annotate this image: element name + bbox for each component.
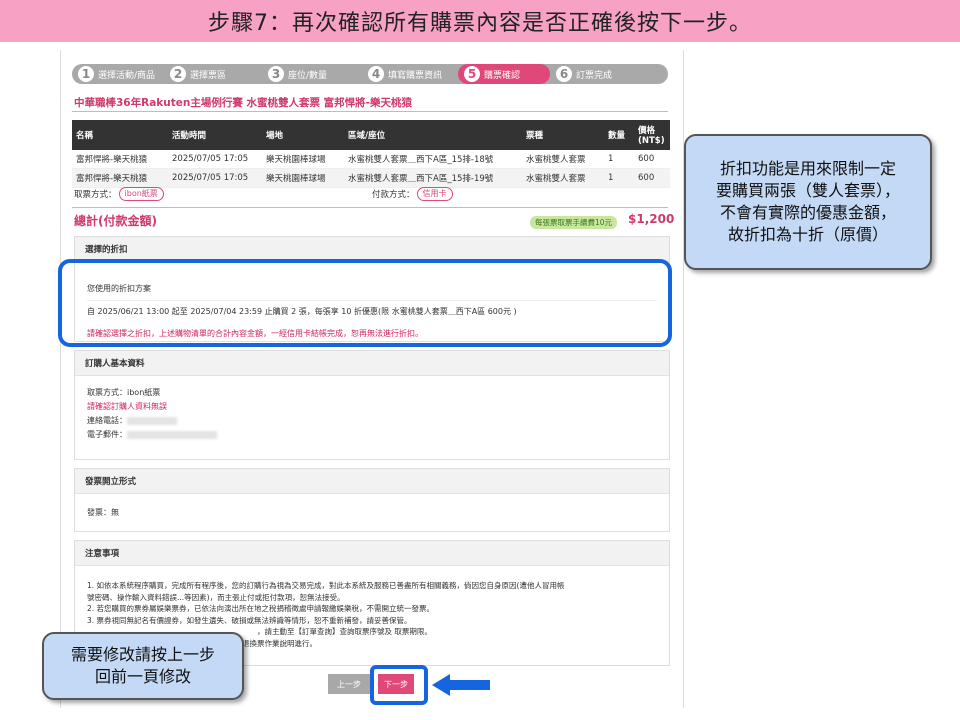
section-body: 取票方式：ibon紙票 請確認訂購人資料無誤 連絡電話： 電子郵件： xyxy=(75,376,669,450)
step-number: 3 xyxy=(268,66,284,82)
cell-time: 2025/07/05 17:05 xyxy=(168,168,262,188)
payment-method: 付款方式： 信用卡 xyxy=(372,187,453,201)
highlight-frame-next xyxy=(370,665,428,705)
step-3: 3 座位/數量 xyxy=(262,64,362,84)
redacted-email xyxy=(127,430,217,439)
email-label: 電子郵件： xyxy=(87,430,127,439)
callout-discount-explain: 折扣功能是用來限制一定 要購買兩張（雙人套票）， 不會有實際的優惠金額， 故折扣… xyxy=(684,134,932,270)
section-header: 訂購人基本資料 xyxy=(75,351,669,376)
step-number: 6 xyxy=(556,66,572,82)
cell-qty: 1 xyxy=(604,150,634,169)
step-label: 訂票完成 xyxy=(576,70,613,81)
buyer-pickup: 取票方式：ibon紙票 xyxy=(87,388,161,397)
cell-price: 600 xyxy=(634,168,670,188)
pickup-badge: ibon紙票 xyxy=(118,187,164,201)
invoice-line: 發票：無 xyxy=(87,508,119,517)
step-label: 選擇票區 xyxy=(190,70,227,81)
cell-name: 富邦悍將-樂天桃猿 xyxy=(72,150,168,169)
column-header: 價格(NT$) xyxy=(634,120,670,150)
cell-venue: 樂天桃園棒球場 xyxy=(262,150,344,169)
step-number: 1 xyxy=(78,66,94,82)
column-header: 活動時間 xyxy=(168,120,262,150)
cell-seat: 水蜜桃雙人套票＿西下A區_15排-18號 xyxy=(344,150,522,169)
step-5-current: 5 購票確認 xyxy=(458,64,550,84)
callout-line: 折扣功能是用來限制一定 xyxy=(719,159,896,178)
cell-venue: 樂天桃園棒球場 xyxy=(262,168,344,188)
step-label: 座位/數量 xyxy=(288,70,328,81)
step-6: 6 訂票完成 xyxy=(550,64,642,84)
step-number: 4 xyxy=(368,66,384,82)
column-header: 票種 xyxy=(522,120,604,150)
cell-ticket-type: 水蜜桃雙人套票 xyxy=(522,168,604,188)
section-header: 發票開立形式 xyxy=(75,469,669,494)
divider xyxy=(72,207,668,208)
buyer-phone: 連絡電話： xyxy=(87,414,657,428)
table-row: 富邦悍將-樂天桃猿 2025/07/05 17:05 樂天桃園棒球場 水蜜桃雙人… xyxy=(72,168,670,188)
column-header: 名稱 xyxy=(72,120,168,150)
callout-line: 故折扣為十折（原價） xyxy=(727,225,888,244)
buyer-email: 電子郵件： xyxy=(87,428,657,442)
arrow-left-icon xyxy=(432,674,490,696)
total-amount: $1,200 xyxy=(628,212,675,226)
phone-label: 連絡電話： xyxy=(87,416,127,425)
callout-line: 要購買兩張（雙人套票）， xyxy=(715,181,900,200)
total-label: 總計(付款金額) xyxy=(74,214,157,228)
cell-price: 600 xyxy=(634,150,670,169)
invoice-section: 發票開立形式 發票：無 xyxy=(74,468,670,532)
step-label: 購票確認 xyxy=(484,70,521,81)
slide-title: 步驟7：再次確認所有購票內容是否正確後按下一步。 xyxy=(0,0,960,42)
cell-qty: 1 xyxy=(604,168,634,188)
step-number: 2 xyxy=(170,66,186,82)
buyer-confirm-note: 請確認訂購人資料無誤 xyxy=(87,402,167,411)
callout-line: 不會有實際的優惠金額， xyxy=(719,203,896,222)
callout-back-explain: 需要修改請按上一步 回前一頁修改 xyxy=(42,632,244,700)
fee-badge: 每張票取票手續費10元 xyxy=(530,216,618,229)
cell-name: 富邦悍將-樂天桃猿 xyxy=(72,168,168,188)
table-row: 富邦悍將-樂天桃猿 2025/07/05 17:05 樂天桃園棒球場 水蜜桃雙人… xyxy=(72,150,670,169)
step-1: 1 選擇活動/商品 xyxy=(72,64,164,84)
buyer-section: 訂購人基本資料 取票方式：ibon紙票 請確認訂購人資料無誤 連絡電話： 電子郵… xyxy=(74,350,670,460)
divider xyxy=(72,111,668,112)
note-line: 號密碼、操作輸入資料錯誤...等因素)，而主張止付或拒付款項，恕無法接受。 xyxy=(87,592,345,602)
step-4: 4 填寫購票資訊 xyxy=(362,64,458,84)
cell-time: 2025/07/05 17:05 xyxy=(168,150,262,169)
table-header-row: 名稱 活動時間 場地 區域/座位 票種 數量 價格(NT$) xyxy=(72,120,670,150)
step-label: 選擇活動/商品 xyxy=(98,70,156,81)
highlight-frame-discount xyxy=(58,259,672,347)
pickup-method: 取票方式： ibon紙票 xyxy=(74,187,164,201)
pickup-label: 取票方式： xyxy=(74,190,117,200)
note-line: 1. 如依本系統程序購買，完成所有程序後，您的訂購行為視為交易完成，對此本系統及… xyxy=(87,581,565,590)
column-header: 區域/座位 xyxy=(344,120,522,150)
cell-ticket-type: 水蜜桃雙人套票 xyxy=(522,150,604,169)
note-line: 3. 票券視同無記名有價證券，如發生遺失、破損或無法辨識等情形，恕不重新補發，請… xyxy=(87,615,412,625)
redacted-phone xyxy=(127,416,177,425)
payment-label: 付款方式： xyxy=(372,190,415,200)
step-label: 填寫購票資訊 xyxy=(388,70,443,81)
step-progress-bar: 1 選擇活動/商品 2 選擇票區 3 座位/數量 4 填寫購票資訊 5 購票確認 6 訂票完… xyxy=(72,64,668,84)
cell-seat: 水蜜桃雙人套票＿西下A區_15排-19號 xyxy=(344,168,522,188)
column-header: 場地 xyxy=(262,120,344,150)
note-line: 2. 若您購買的票券屬娛樂票券，已依法向演出所在地之稅捐稽徵處申請報繳娛樂稅，不… xyxy=(87,604,435,613)
section-header: 注意事項 xyxy=(75,541,669,566)
step-2: 2 選擇票區 xyxy=(164,64,262,84)
payment-badge: 信用卡 xyxy=(416,187,453,201)
order-table: 名稱 活動時間 場地 區域/座位 票種 數量 價格(NT$) 富邦悍將-樂天桃猿… xyxy=(72,120,670,188)
prev-step-button[interactable]: 上一步 xyxy=(328,674,370,694)
callout-line: 回前一頁修改 xyxy=(94,667,191,686)
column-header: 數量 xyxy=(604,120,634,150)
callout-line: 需要修改請按上一步 xyxy=(70,645,215,664)
event-title: 中華職棒36年Rakuten主場例行賽 水蜜桃雙人套票 富邦悍將-樂天桃猿 xyxy=(74,97,413,109)
step-number: 5 xyxy=(464,66,480,82)
